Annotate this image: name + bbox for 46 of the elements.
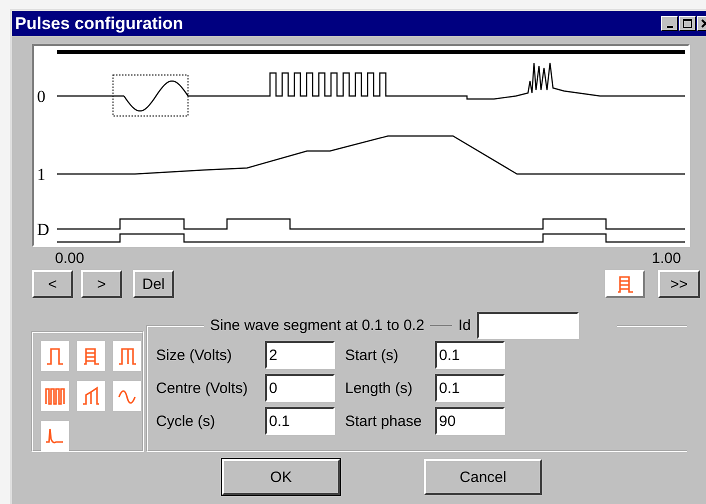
input-field[interactable]: 0.1 <box>435 341 505 369</box>
input-field[interactable]: 0 <box>265 374 335 402</box>
ladder-wave-icon <box>81 345 101 367</box>
channel-label: D <box>37 220 50 239</box>
input-field[interactable]: 0.1 <box>265 407 335 435</box>
nav-button[interactable]: < <box>32 270 73 298</box>
ramp-wave-icon <box>81 385 101 407</box>
spike-tool-button[interactable] <box>41 421 69 451</box>
input-field[interactable]: 90 <box>435 407 505 435</box>
pulse-tool-button[interactable] <box>41 341 69 371</box>
pulse-wave-icon <box>45 345 65 367</box>
field-label: Cycle (s) <box>156 412 216 430</box>
train-tool-button[interactable] <box>41 381 69 411</box>
field-label: Length (s) <box>345 380 414 396</box>
field-label: Centre (Volts) <box>156 380 249 396</box>
toggle-button[interactable] <box>605 270 645 298</box>
channel-label: 0 <box>37 87 46 106</box>
dialog-button[interactable]: OK <box>222 459 340 495</box>
nav-button[interactable]: Del <box>133 270 174 298</box>
group-title: Sine wave segment at 0.1 to 0.2 <box>209 317 426 334</box>
field-label: Start phase <box>345 412 423 430</box>
minimize-button[interactable] <box>661 16 678 31</box>
selection-box[interactable] <box>112 74 188 116</box>
train-wave-icon <box>45 385 65 407</box>
double-tool-button[interactable] <box>113 341 141 371</box>
id-field[interactable] <box>476 312 579 339</box>
nav-button[interactable]: > <box>81 270 122 298</box>
maximize-button[interactable] <box>679 16 696 31</box>
double-wave-icon <box>117 345 137 367</box>
dialog-button[interactable]: Cancel <box>424 459 542 495</box>
input-field[interactable]: 0.1 <box>435 374 505 402</box>
window-title: Pulses configuration <box>15 14 184 34</box>
forward-button[interactable]: >> <box>658 270 700 298</box>
axis-label: 1.00 <box>652 250 681 267</box>
field-label: Id <box>457 317 472 334</box>
field-label: Start (s) <box>345 346 400 364</box>
input-field[interactable]: 2 <box>265 341 335 369</box>
ladder-icon <box>615 273 635 295</box>
ladder-tool-button[interactable] <box>77 341 105 371</box>
ramp-tool-button[interactable] <box>77 381 105 411</box>
minimize-icon <box>666 26 672 28</box>
sine-tool-button[interactable] <box>113 381 141 411</box>
maximize-icon <box>682 18 692 28</box>
channel-label: 1 <box>37 165 46 184</box>
field-label: Size (Volts) <box>156 346 233 364</box>
axis-label: 0.00 <box>55 250 84 267</box>
